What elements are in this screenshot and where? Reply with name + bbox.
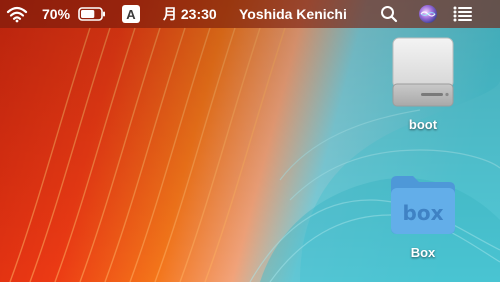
desktop: 70% A 月 23:30 Yoshida Kenichi boot box B… <box>0 0 500 282</box>
siri-icon[interactable] <box>418 0 438 28</box>
wifi-icon[interactable] <box>6 0 28 28</box>
notification-center-icon[interactable] <box>453 0 473 28</box>
box-folder-icon: box <box>391 176 455 234</box>
desktop-icon-box[interactable]: box Box <box>373 168 473 260</box>
box-folder-text: box <box>403 201 444 225</box>
input-source-button[interactable]: A <box>122 5 140 23</box>
menu-clock[interactable]: 月 23:30 <box>163 0 217 28</box>
desktop-icon-label: Box <box>410 245 436 260</box>
battery-icon[interactable] <box>78 0 106 28</box>
desktop-icon-label: boot <box>408 117 438 132</box>
user-account-menu[interactable]: Yoshida Kenichi <box>239 0 347 28</box>
battery-percentage[interactable]: 70% <box>42 0 70 28</box>
spotlight-search-icon[interactable] <box>380 0 398 28</box>
hard-drive-icon <box>392 37 454 107</box>
battery-fill <box>81 10 95 18</box>
desktop-icon-boot[interactable]: boot <box>373 36 473 132</box>
menu-bar: 70% A 月 23:30 Yoshida Kenichi <box>0 0 500 28</box>
